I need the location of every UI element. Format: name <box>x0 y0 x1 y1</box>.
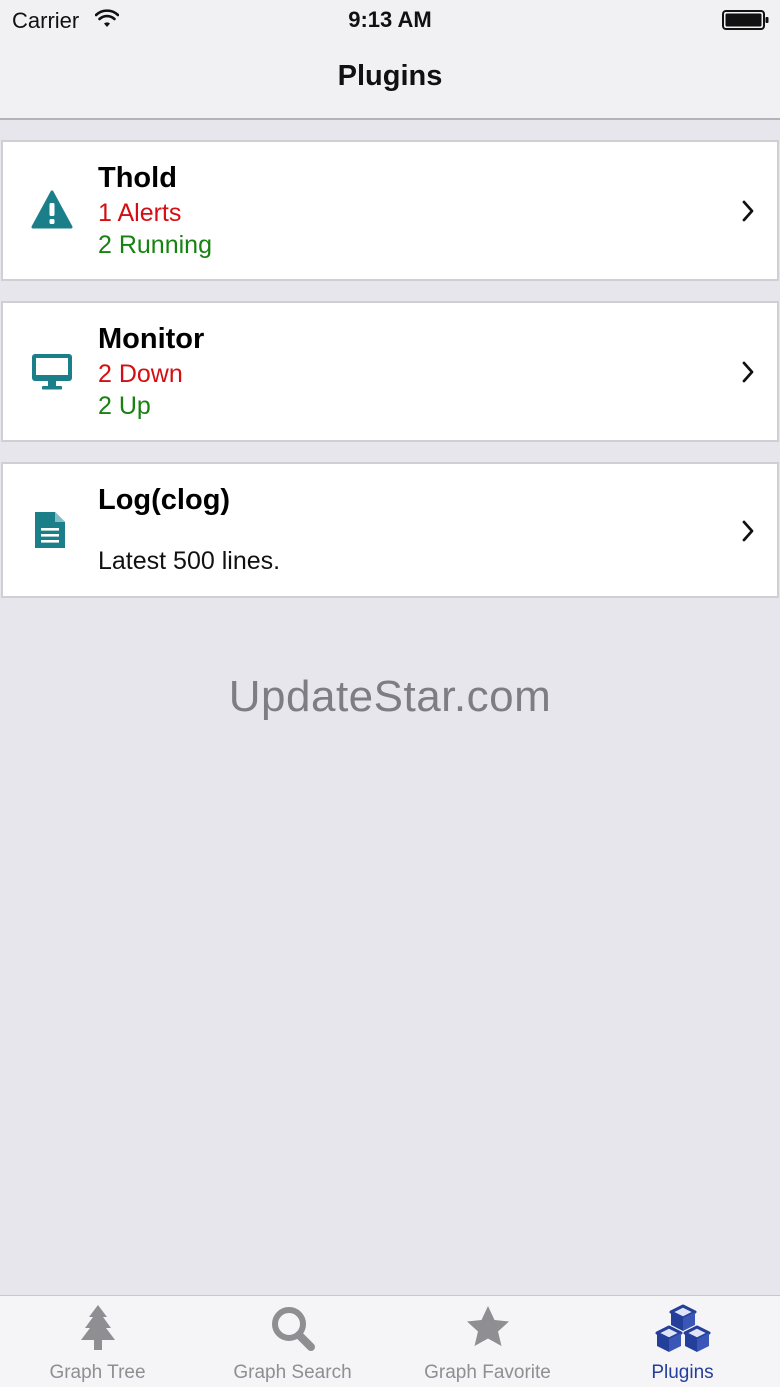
page-title: Plugins <box>337 60 443 92</box>
plugin-cell-log[interactable]: Log(clog) Latest 500 lines. <box>1 462 779 598</box>
tab-label: Graph Search <box>233 1362 352 1383</box>
plugin-alerts-count: 1 Alerts <box>98 199 182 227</box>
plugins-screen: Carrier 9:13 AM Plugins Thold 1 Alerts 2… <box>0 0 780 1387</box>
tab-graph-search[interactable]: Graph Search <box>195 1296 390 1387</box>
tab-label: Plugins <box>651 1362 714 1383</box>
star-icon <box>390 1304 585 1354</box>
clock: 9:13 AM <box>348 7 432 32</box>
navigation-bar: Plugins <box>0 40 780 120</box>
tab-label: Graph Tree <box>49 1362 146 1383</box>
cubes-icon <box>585 1304 780 1356</box>
status-bar: Carrier 9:13 AM <box>0 0 780 40</box>
warning-icon <box>31 190 73 235</box>
plugin-title: Thold <box>98 162 177 194</box>
watermark-text: UpdateStar.com <box>228 672 552 721</box>
chevron-right-icon <box>741 520 755 547</box>
chevron-right-icon <box>741 361 755 388</box>
search-icon <box>195 1304 390 1354</box>
plugin-cell-monitor[interactable]: Monitor 2 Down 2 Up <box>1 301 779 442</box>
plugin-running-count: 2 Running <box>98 231 212 259</box>
plugin-down-count: 2 Down <box>98 360 183 388</box>
tree-icon <box>0 1304 195 1354</box>
plugin-up-count: 2 Up <box>98 392 151 420</box>
tab-graph-favorite[interactable]: Graph Favorite <box>390 1296 585 1387</box>
battery-icon <box>722 9 770 36</box>
plugin-title: Log(clog) <box>98 484 231 516</box>
monitor-icon <box>31 353 73 396</box>
plugin-cell-thold[interactable]: Thold 1 Alerts 2 Running <box>1 140 779 281</box>
document-icon <box>33 510 67 555</box>
tab-bar: Graph Tree Graph Search Graph Favorite P… <box>0 1295 780 1387</box>
tab-graph-tree[interactable]: Graph Tree <box>0 1296 195 1387</box>
chevron-right-icon <box>741 200 755 227</box>
tab-label: Graph Favorite <box>424 1362 551 1383</box>
plugin-title: Monitor <box>98 323 205 355</box>
plugin-description: Latest 500 lines. <box>98 547 281 575</box>
tab-plugins[interactable]: Plugins <box>585 1296 780 1387</box>
